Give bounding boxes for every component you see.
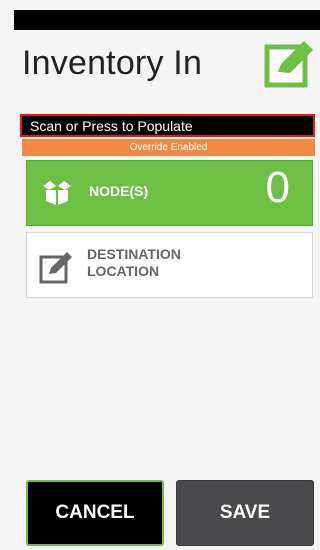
destination-card[interactable]: DESTINATION LOCATION (26, 232, 313, 298)
box-icon (41, 180, 73, 206)
edit-checkbox-icon[interactable] (264, 38, 316, 90)
nodes-label: NODE(S) (89, 183, 149, 199)
scan-field[interactable]: Scan or Press to Populate (20, 114, 315, 137)
page-title: Inventory In (22, 44, 203, 82)
cancel-button[interactable]: CANCEL (26, 480, 164, 546)
status-bar (14, 10, 320, 30)
override-status-bar: Override Enabled (22, 139, 315, 156)
scan-field-label: Scan or Press to Populate (30, 117, 193, 134)
destination-label: DESTINATION LOCATION (87, 246, 181, 279)
edit-location-icon (39, 250, 73, 284)
save-button[interactable]: SAVE (176, 480, 314, 546)
nodes-card[interactable]: NODE(S) 0 (26, 160, 313, 226)
nodes-count: 0 (265, 163, 290, 212)
